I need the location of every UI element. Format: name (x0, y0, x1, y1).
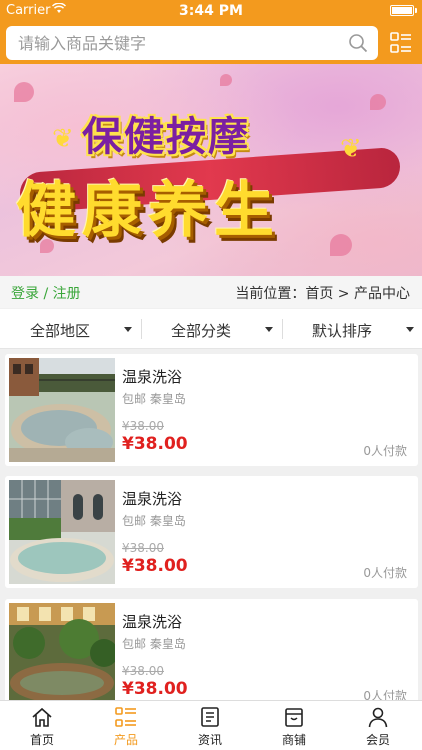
tab-member-label: 会员 (365, 733, 390, 747)
product-original-price: ¥38.00 (122, 419, 164, 433)
user-icon (368, 707, 388, 728)
chevron-down-icon (124, 327, 132, 332)
chevron-down-icon (406, 327, 414, 332)
chevron-down-icon (265, 327, 273, 332)
swirl-decoration: ❦ (52, 124, 74, 154)
search-bar[interactable] (6, 26, 378, 60)
product-card[interactable]: 温泉洗浴 包邮 秦皇岛 ¥38.00 ¥38.00 0人付款 (5, 354, 418, 466)
product-card[interactable]: 温泉洗浴 包邮 秦皇岛 ¥38.00 ¥38.00 0人付款 (5, 476, 418, 588)
sort-filter[interactable]: 默认排序 (282, 309, 422, 349)
product-shipping-location: 包邮 秦皇岛 (122, 514, 186, 528)
top-header: Carrier 3:44 PM (0, 0, 422, 64)
promo-banner[interactable]: ❦ ❦ 保健按摩 健康养生 (0, 64, 422, 276)
petal-decoration (14, 82, 34, 102)
product-title[interactable]: 温泉洗浴 (122, 366, 182, 387)
tab-shop[interactable]: 商铺 (252, 701, 336, 750)
product-price: ¥38.00 (122, 679, 188, 699)
petal-decoration (220, 74, 232, 86)
news-icon (201, 707, 219, 727)
product-shipping-location: 包邮 秦皇岛 (122, 637, 186, 651)
tab-home-label: 首页 (29, 733, 54, 747)
battery-tip (415, 8, 417, 13)
product-title[interactable]: 温泉洗浴 (122, 611, 182, 632)
region-filter-label: 全部地区 (29, 322, 90, 340)
product-price: ¥38.00 (122, 556, 188, 576)
banner-subheadline: 健康养生 (16, 176, 280, 246)
product-original-price: ¥38.00 (122, 541, 164, 555)
product-shipping-location: 包邮 秦皇岛 (122, 392, 186, 406)
bottom-tab-bar: 首页 产品 资讯 商铺 会员 (0, 700, 422, 750)
tab-products-label: 产品 (113, 733, 138, 747)
product-list[interactable]: 温泉洗浴 包邮 秦皇岛 ¥38.00 ¥38.00 0人付款 温泉洗浴 包邮 秦… (0, 350, 422, 700)
tab-products[interactable]: 产品 (84, 701, 168, 750)
filter-bar: 全部地区 全部分类 默认排序 (0, 309, 422, 349)
product-image[interactable] (9, 358, 115, 462)
product-sales-count: 0人付款 (363, 444, 407, 458)
search-input[interactable] (18, 26, 338, 60)
search-icon[interactable] (348, 33, 368, 53)
tab-home[interactable]: 首页 (0, 701, 84, 750)
shop-icon (285, 708, 303, 727)
tab-shop-label: 商铺 (281, 733, 306, 747)
sort-filter-label: 默认排序 (311, 322, 372, 340)
petal-decoration (330, 234, 352, 256)
status-bar: Carrier 3:44 PM (0, 0, 422, 22)
product-sales-count: 0人付款 (363, 689, 407, 700)
product-sales-count: 0人付款 (363, 566, 407, 580)
product-price: ¥38.00 (122, 434, 188, 454)
list-icon (115, 707, 136, 727)
swirl-decoration: ❦ (340, 134, 362, 164)
home-icon (32, 707, 52, 727)
product-image[interactable] (9, 480, 115, 584)
product-image[interactable] (9, 603, 115, 700)
breadcrumb-bar: 登录 / 注册 当前位置：首页 > 产品中心 (0, 276, 422, 308)
battery-icon (390, 5, 414, 16)
category-menu-icon[interactable] (390, 32, 412, 54)
breadcrumb: 当前位置：首页 > 产品中心 (235, 286, 410, 302)
category-filter-label: 全部分类 (170, 322, 231, 340)
category-filter[interactable]: 全部分类 (141, 309, 281, 349)
banner-headline: 保健按摩 (82, 114, 250, 160)
product-original-price: ¥38.00 (122, 664, 164, 678)
clock: 3:44 PM (179, 3, 243, 19)
tab-member[interactable]: 会员 (336, 701, 420, 750)
region-filter[interactable]: 全部地区 (0, 309, 140, 349)
tab-news-label: 资讯 (197, 733, 222, 747)
product-card[interactable]: 温泉洗浴 包邮 秦皇岛 ¥38.00 ¥38.00 0人付款 (5, 599, 418, 700)
petal-decoration (370, 94, 386, 110)
product-title[interactable]: 温泉洗浴 (122, 488, 182, 509)
login-register-link[interactable]: 登录 / 注册 (11, 283, 81, 303)
tab-news[interactable]: 资讯 (168, 701, 252, 750)
